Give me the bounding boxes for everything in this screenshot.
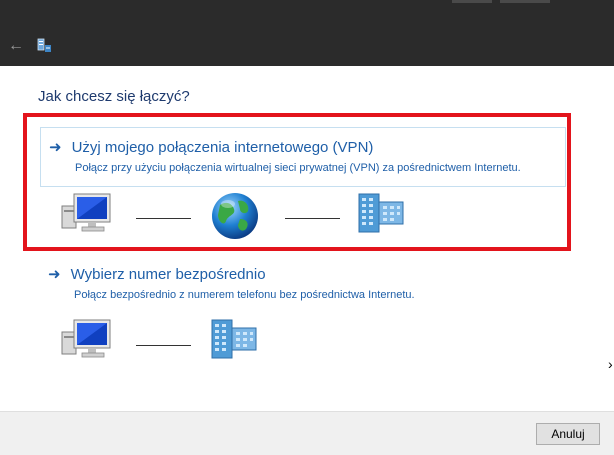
- computer-icon: [61, 319, 111, 358]
- dial-option-label: Wybierz numer bezpośrednio: [70, 266, 266, 283]
- cancel-button[interactable]: Anuluj: [536, 423, 600, 445]
- page-title: Jak chcesz się łączyć?: [38, 88, 190, 105]
- title-bar-shadow: [452, 0, 492, 3]
- server-icon: [211, 319, 257, 359]
- title-bar: ←: [0, 0, 614, 66]
- title-bar-shadow: [500, 0, 550, 3]
- back-arrow-icon[interactable]: ←: [6, 36, 26, 56]
- vpn-connection-wizard: ← Jak chcesz się łączyć? ➜ Użyj mojego po…: [0, 0, 614, 455]
- footer-bar: Anuluj: [0, 411, 614, 455]
- globe-icon: [212, 193, 258, 239]
- dial-option[interactable]: ➜ Wybierz numer bezpośrednio Połącz bezpo…: [40, 261, 566, 309]
- vpn-option-label: Użyj mojego połączenia internetowego (VP…: [71, 139, 374, 156]
- connection-line: [136, 345, 191, 346]
- network-connection-icon: [37, 38, 51, 52]
- dial-option-title: ➜ Wybierz numer bezpośrednio: [48, 265, 266, 283]
- server-icon: [358, 193, 404, 233]
- connection-line: [285, 218, 340, 219]
- vpn-option-title: ➜ Użyj mojego połączenia internetowego (V…: [49, 138, 373, 156]
- computer-icon: [61, 193, 111, 232]
- right-arrow-icon: ➜: [49, 139, 62, 156]
- resize-cursor-icon: ›: [608, 356, 613, 372]
- vpn-option-description: Połącz przy użyciu połączenia wirtualnej…: [75, 162, 521, 174]
- right-arrow-icon: ➜: [48, 266, 61, 283]
- vpn-option[interactable]: ➜ Użyj mojego połączenia internetowego (V…: [40, 127, 566, 187]
- dial-option-description: Połącz bezpośrednio z numerem telefonu b…: [74, 289, 415, 301]
- connection-line: [136, 218, 191, 219]
